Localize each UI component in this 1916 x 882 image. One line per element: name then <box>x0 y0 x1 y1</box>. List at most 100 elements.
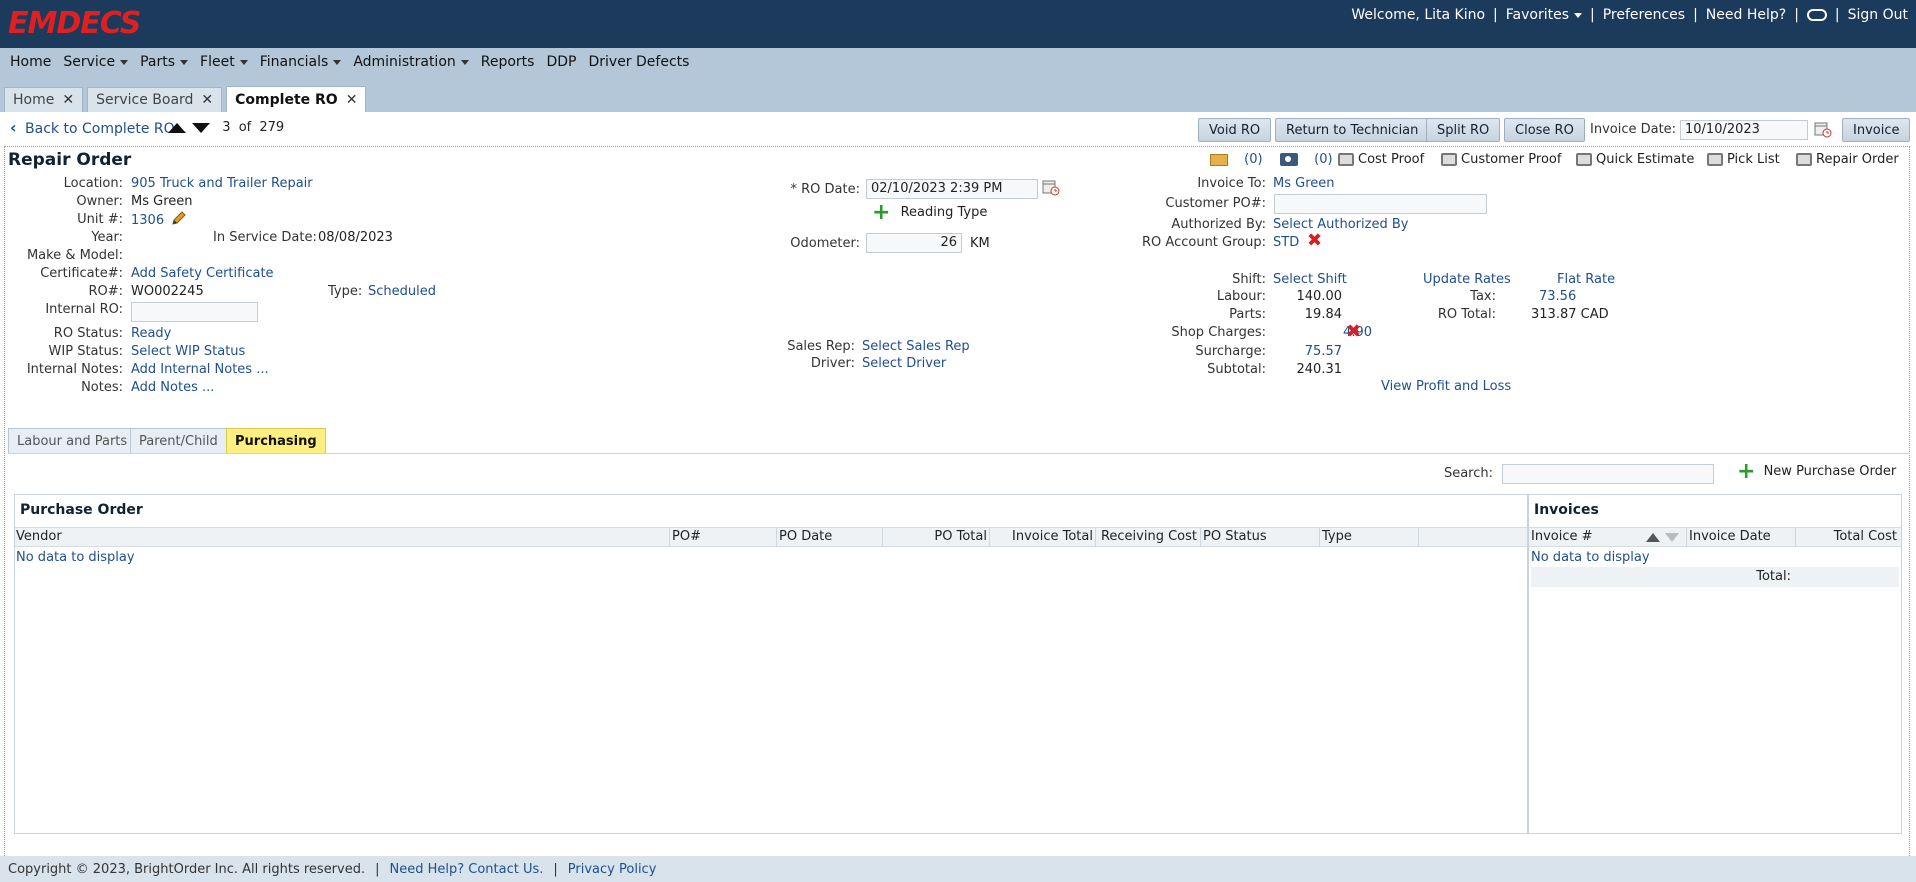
tab-complete-ro[interactable]: Complete RO ✕ <box>226 86 367 112</box>
column-header-po-number[interactable]: PO# <box>672 529 701 544</box>
invoices-empty: No data to display <box>1531 550 1650 565</box>
customer-po-input[interactable] <box>1274 194 1487 214</box>
sort-descending-icon[interactable] <box>1665 533 1679 542</box>
flat-rate-link[interactable]: Flat Rate <box>1557 272 1615 287</box>
ro-account-group-link[interactable]: STD <box>1273 235 1299 250</box>
select-sales-rep-link[interactable]: Select Sales Rep <box>862 339 970 354</box>
purchase-order-empty: No data to display <box>16 550 135 565</box>
help-link[interactable]: Need Help? <box>1706 7 1786 23</box>
column-header-invoice-number[interactable]: Invoice # <box>1531 529 1593 544</box>
contact-us-link[interactable]: Need Help? Contact Us. <box>390 862 544 877</box>
nav-parts[interactable]: Parts <box>134 54 194 70</box>
column-header-total-cost[interactable]: Total Cost <box>1834 529 1897 544</box>
select-authorized-by-link[interactable]: Select Authorized By <box>1273 217 1408 232</box>
pick-list-link[interactable]: Pick List <box>1707 152 1780 167</box>
column-header-vendor[interactable]: Vendor <box>16 529 62 544</box>
cost-proof-link[interactable]: Cost Proof <box>1338 152 1424 167</box>
camera-icon <box>1280 153 1298 166</box>
surcharge-link[interactable]: 75.57 <box>1305 344 1342 359</box>
nav-ddp[interactable]: DDP <box>540 54 582 70</box>
ro-status-link[interactable]: Ready <box>131 326 171 341</box>
unit-link[interactable]: 1306 <box>131 213 164 228</box>
nav-administration[interactable]: Administration <box>347 54 474 70</box>
invoice-button[interactable]: Invoice <box>1842 118 1911 142</box>
customer-proof-link[interactable]: Customer Proof <box>1441 152 1561 167</box>
remove-account-group-icon[interactable]: ✖ <box>1307 232 1322 250</box>
close-icon[interactable]: ✕ <box>346 92 358 108</box>
wip-status-link[interactable]: Select WIP Status <box>131 344 245 359</box>
column-header-invoice-date[interactable]: Invoice Date <box>1689 529 1771 544</box>
reading-type-button[interactable]: + Reading Type <box>872 201 987 223</box>
chevron-down-icon <box>239 59 248 65</box>
tab-labour-and-parts[interactable]: Labour and Parts <box>8 428 137 454</box>
column-header-receiving-cost[interactable]: Receiving Cost <box>1101 529 1197 544</box>
nav-reports[interactable]: Reports <box>475 54 541 70</box>
back-link[interactable]: ‹ Back to Complete RO <box>10 118 175 137</box>
view-profit-loss-link[interactable]: View Profit and Loss <box>1381 379 1511 394</box>
void-ro-button[interactable]: Void RO <box>1198 118 1272 142</box>
internal-ro-input[interactable] <box>131 302 258 322</box>
quick-estimate-link[interactable]: Quick Estimate <box>1576 152 1694 167</box>
next-record-icon[interactable] <box>192 122 211 133</box>
pencil-icon[interactable] <box>170 211 186 227</box>
close-icon[interactable]: ✕ <box>201 92 213 108</box>
ro-status-label: RO Status: <box>53 326 123 341</box>
chat-icon[interactable] <box>1806 9 1827 21</box>
nav-service[interactable]: Service <box>57 54 134 70</box>
favorites-menu[interactable]: Favorites <box>1506 7 1583 23</box>
tab-service-board[interactable]: Service Board ✕ <box>87 87 223 112</box>
column-header-invoice-total[interactable]: Invoice Total <box>1012 529 1093 544</box>
select-driver-link[interactable]: Select Driver <box>862 356 946 371</box>
invoice-date-input[interactable]: 10/10/2023 <box>1680 120 1808 140</box>
tab-parent-child[interactable]: Parent/Child <box>130 428 227 454</box>
odometer-input[interactable]: 26 <box>866 233 962 253</box>
invoice-to-link[interactable]: Ms Green <box>1273 176 1335 191</box>
labour-label: Labour: <box>1216 289 1266 304</box>
new-purchase-order-button[interactable]: + New Purchase Order <box>1737 460 1896 482</box>
tab-home[interactable]: Home ✕ <box>4 87 84 112</box>
close-icon[interactable]: ✕ <box>62 92 74 108</box>
close-ro-button[interactable]: Close RO <box>1504 118 1585 142</box>
ro-total-label: RO Total: <box>1437 307 1496 322</box>
preferences-link[interactable]: Preferences <box>1603 7 1685 23</box>
emdecs-logo[interactable]: EMDECS <box>8 6 141 41</box>
tax-label: Tax: <box>1470 289 1496 304</box>
sort-ascending-icon[interactable] <box>1646 533 1660 542</box>
split-ro-button[interactable]: Split RO <box>1426 118 1501 142</box>
sign-out-link[interactable]: Sign Out <box>1848 7 1908 23</box>
add-internal-notes-link[interactable]: Add Internal Notes ... <box>131 362 269 377</box>
remove-shop-charges-icon[interactable]: ✖ <box>1346 323 1361 341</box>
location-link[interactable]: 905 Truck and Trailer Repair <box>131 176 313 191</box>
type-link[interactable]: Scheduled <box>368 284 436 299</box>
nav-fleet[interactable]: Fleet <box>194 54 254 70</box>
ro-number-label: RO#: <box>88 284 123 299</box>
privacy-policy-link[interactable]: Privacy Policy <box>568 862 657 877</box>
return-to-technician-button[interactable]: Return to Technician <box>1275 118 1430 142</box>
repair-order-print-link[interactable]: Repair Order <box>1796 152 1899 167</box>
column-header-po-date[interactable]: PO Date <box>779 529 832 544</box>
search-input[interactable] <box>1502 464 1714 484</box>
calendar-clock-icon[interactable] <box>1814 120 1832 138</box>
column-header-type[interactable]: Type <box>1322 529 1352 544</box>
previous-record-icon[interactable] <box>168 122 186 133</box>
invoice-to-label: Invoice To: <box>1197 176 1266 191</box>
internal-notes-label: Internal Notes: <box>26 362 123 377</box>
nav-financials[interactable]: Financials <box>254 54 348 70</box>
add-notes-link[interactable]: Add Notes ... <box>131 380 214 395</box>
select-shift-link[interactable]: Select Shift <box>1273 272 1347 287</box>
ro-date-input[interactable]: 02/10/2023 2:39 PM <box>866 179 1038 199</box>
sales-rep-label: Sales Rep: <box>787 339 855 354</box>
printer-icon <box>1796 153 1812 166</box>
nav-home[interactable]: Home <box>4 54 57 70</box>
email-action[interactable]: (0) <box>1210 152 1263 167</box>
column-header-po-total[interactable]: PO Total <box>934 529 987 544</box>
tab-purchasing[interactable]: Purchasing <box>226 428 326 454</box>
nav-driver-defects[interactable]: Driver Defects <box>582 54 695 70</box>
calendar-clock-icon[interactable] <box>1042 178 1060 196</box>
tax-link[interactable]: 73.56 <box>1539 289 1576 304</box>
update-rates-link[interactable]: Update Rates <box>1423 272 1511 287</box>
add-safety-certificate-link[interactable]: Add Safety Certificate <box>131 266 274 281</box>
copyright-text: Copyright © 2023, BrightOrder Inc. All r… <box>8 861 366 877</box>
photo-action[interactable]: (0) <box>1280 152 1333 167</box>
column-header-po-status[interactable]: PO Status <box>1203 529 1267 544</box>
